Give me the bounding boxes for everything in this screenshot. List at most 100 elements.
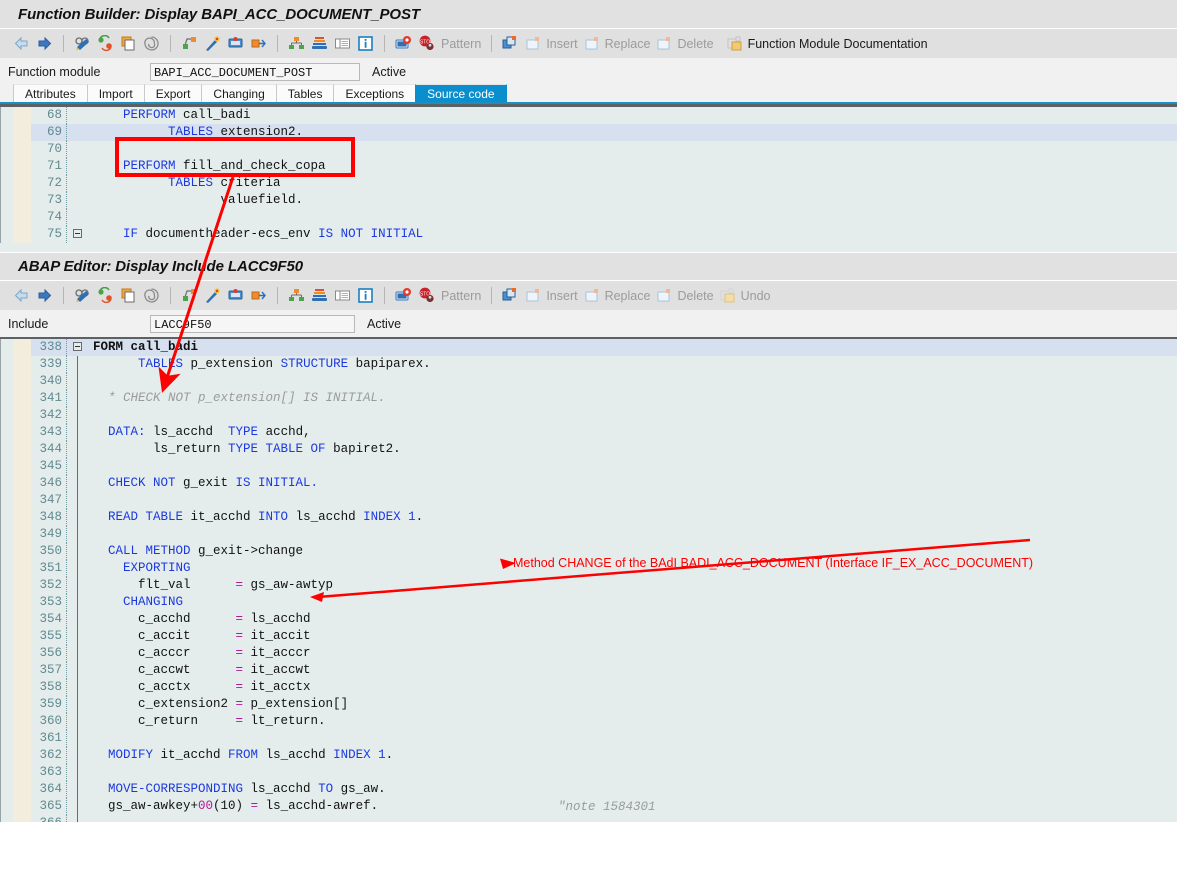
fold-gutter[interactable] — [67, 158, 89, 175]
code-text[interactable]: CHANGING — [89, 594, 1177, 611]
editor-marker-strip[interactable] — [13, 713, 31, 730]
code-text[interactable]: c_acctx = it_acctx — [89, 679, 1177, 696]
code-line[interactable]: 358 c_acctx = it_acctx — [0, 679, 1177, 696]
code-text[interactable] — [89, 815, 1177, 822]
info-button[interactable] — [354, 32, 377, 56]
code-line[interactable]: 73 valuefield. — [0, 192, 1177, 209]
editor-marker-strip[interactable] — [13, 645, 31, 662]
back-button-2[interactable] — [10, 284, 33, 308]
editor-marker-strip[interactable] — [13, 611, 31, 628]
insert-block-button-2[interactable] — [499, 284, 522, 308]
editor-marker-strip[interactable] — [13, 458, 31, 475]
fold-gutter[interactable] — [67, 226, 89, 243]
editor-marker-strip[interactable] — [13, 124, 31, 141]
editor-marker-strip[interactable] — [13, 175, 31, 192]
code-text[interactable] — [89, 373, 1177, 390]
fold-gutter[interactable] — [67, 798, 89, 815]
code-text[interactable]: c_accit = it_accit — [89, 628, 1177, 645]
code-line[interactable]: 355 c_accit = it_accit — [0, 628, 1177, 645]
code-text[interactable]: PERFORM call_badi — [89, 107, 1177, 124]
code-line[interactable]: 366 — [0, 815, 1177, 822]
code-line[interactable]: 362 MODIFY it_acchd FROM ls_acchd INDEX … — [0, 747, 1177, 764]
fold-gutter[interactable] — [67, 764, 89, 781]
code-line[interactable]: 365 "note 1584301 gs_aw-awkey+00(10) = ls… — [0, 798, 1177, 815]
fold-gutter[interactable] — [67, 526, 89, 543]
code-text[interactable]: MOVE-CORRESPONDING ls_acchd TO gs_aw. — [89, 781, 1177, 798]
collapse-block-icon[interactable] — [73, 342, 82, 351]
fold-gutter[interactable] — [67, 747, 89, 764]
fold-gutter[interactable] — [67, 492, 89, 509]
function-module-input[interactable]: BAPI_ACC_DOCUMENT_POST — [150, 63, 360, 81]
fold-gutter[interactable] — [67, 543, 89, 560]
code-text[interactable]: FORM call_badi — [89, 339, 1177, 356]
code-line[interactable]: 363 — [0, 764, 1177, 781]
fold-gutter[interactable] — [67, 475, 89, 492]
hierarchy-button-2[interactable] — [285, 284, 308, 308]
editor-marker-strip[interactable] — [13, 696, 31, 713]
editor-marker-strip[interactable] — [13, 209, 31, 226]
pretty-printer-button[interactable] — [201, 32, 224, 56]
delete-button[interactable]: Delete — [653, 32, 716, 56]
tab-source-code[interactable]: Source code — [415, 84, 507, 102]
code-line[interactable]: 360 c_return = lt_return. — [0, 713, 1177, 730]
breakpoint-button[interactable]: STO — [415, 32, 438, 56]
code-line[interactable]: 343 DATA: ls_acchd TYPE acchd, — [0, 424, 1177, 441]
fold-gutter[interactable] — [67, 390, 89, 407]
tab-export[interactable]: Export — [143, 84, 202, 102]
include-input[interactable]: LACC9F50 — [150, 315, 355, 333]
fold-gutter[interactable] — [67, 141, 89, 158]
editor-marker-strip[interactable] — [13, 798, 31, 815]
fold-gutter[interactable] — [67, 124, 89, 141]
code-text[interactable]: c_return = lt_return. — [89, 713, 1177, 730]
code-line[interactable]: 352 flt_val = gs_aw-awtyp — [0, 577, 1177, 594]
fold-gutter[interactable] — [67, 594, 89, 611]
forward-button[interactable] — [33, 32, 56, 56]
code-text[interactable]: READ TABLE it_acchd INTO ls_acchd INDEX … — [89, 509, 1177, 526]
fold-gutter[interactable] — [67, 209, 89, 226]
back-button[interactable] — [10, 32, 33, 56]
editor-marker-strip[interactable] — [13, 441, 31, 458]
fold-gutter[interactable] — [67, 645, 89, 662]
fold-gutter[interactable] — [67, 611, 89, 628]
code-lines-1[interactable]: 68 PERFORM call_badi 69 TABLES extension2… — [0, 107, 1177, 243]
editor-marker-strip[interactable] — [13, 781, 31, 798]
editor-marker-strip[interactable] — [13, 339, 31, 356]
code-text[interactable]: TABLES p_extension STRUCTURE bapiparex. — [89, 356, 1177, 373]
code-text[interactable]: PERFORM fill_and_check_copa — [89, 158, 1177, 175]
fold-gutter[interactable] — [67, 628, 89, 645]
code-text[interactable]: valuefield. — [89, 192, 1177, 209]
pattern-button-2[interactable]: Pattern — [438, 284, 484, 308]
code-text[interactable] — [89, 458, 1177, 475]
fold-gutter[interactable] — [67, 781, 89, 798]
editor-marker-strip[interactable] — [13, 192, 31, 209]
check-button[interactable] — [178, 32, 201, 56]
editor-marker-strip[interactable] — [13, 107, 31, 124]
code-text[interactable]: MODIFY it_acchd FROM ls_acchd INDEX 1. — [89, 747, 1177, 764]
code-text[interactable]: TABLES extension2. — [89, 124, 1177, 141]
list-button-2[interactable] — [331, 284, 354, 308]
code-text[interactable]: CHECK NOT g_exit IS INITIAL. — [89, 475, 1177, 492]
info-button-2[interactable] — [354, 284, 377, 308]
include-source-editor[interactable]: 338 FORM call_badi 339 TABLES p_extension … — [0, 337, 1177, 822]
editor-marker-strip[interactable] — [13, 594, 31, 611]
code-text[interactable] — [89, 407, 1177, 424]
code-line[interactable]: 348 READ TABLE it_acchd INTO ls_acchd IN… — [0, 509, 1177, 526]
code-line[interactable]: 349 — [0, 526, 1177, 543]
code-text[interactable]: c_acchd = ls_acchd — [89, 611, 1177, 628]
code-text[interactable]: c_extension2 = p_extension[] — [89, 696, 1177, 713]
code-line[interactable]: 347 — [0, 492, 1177, 509]
code-text[interactable] — [89, 209, 1177, 226]
code-text[interactable]: flt_val = gs_aw-awtyp — [89, 577, 1177, 594]
fold-gutter[interactable] — [67, 679, 89, 696]
editor-marker-strip[interactable] — [13, 226, 31, 243]
editor-marker-strip[interactable] — [13, 373, 31, 390]
replace-button-2[interactable]: Replace — [581, 284, 654, 308]
check-button-2[interactable] — [178, 284, 201, 308]
editor-marker-strip[interactable] — [13, 662, 31, 679]
code-text[interactable] — [89, 141, 1177, 158]
code-line[interactable]: 345 — [0, 458, 1177, 475]
fold-gutter[interactable] — [67, 424, 89, 441]
copy-button[interactable] — [117, 32, 140, 56]
replace-button[interactable]: Replace — [581, 32, 654, 56]
editor-marker-strip[interactable] — [13, 543, 31, 560]
